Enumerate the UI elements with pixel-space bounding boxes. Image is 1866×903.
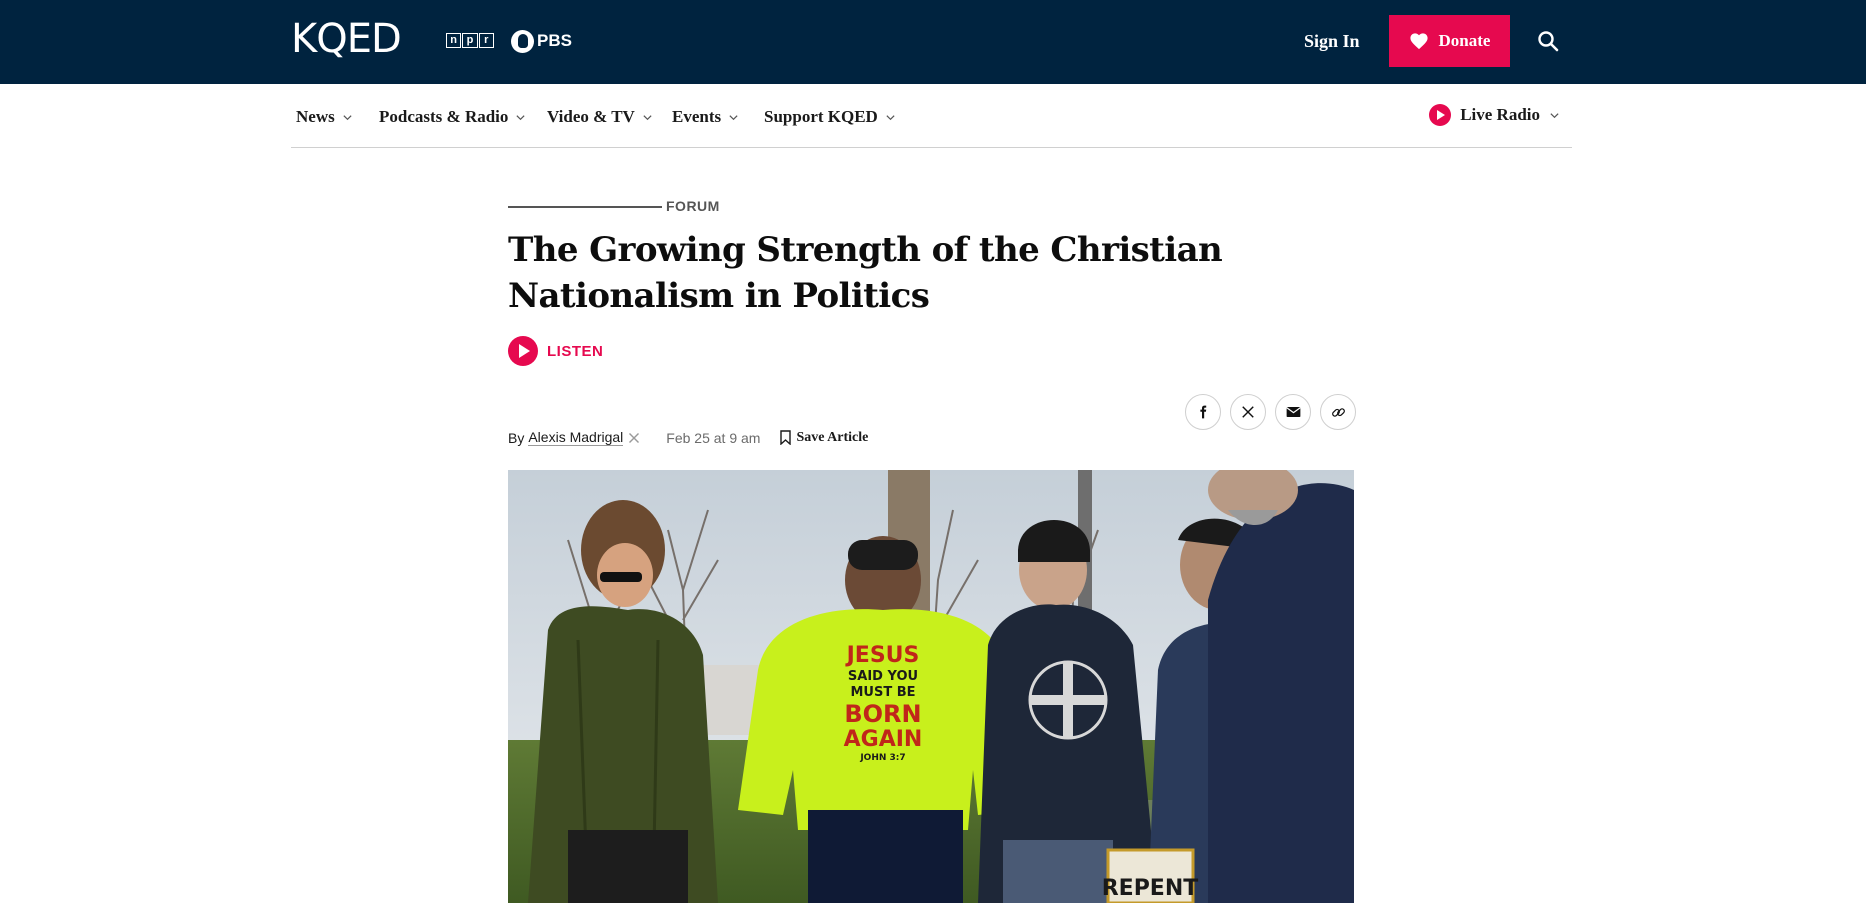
play-icon [1429,104,1452,126]
listen-button[interactable]: LISTEN [508,336,603,366]
share-facebook-button[interactable] [1185,394,1221,430]
chevron-down-icon [343,114,352,120]
pbs-logo[interactable]: PBS [511,29,572,53]
share-email-button[interactable] [1275,394,1311,430]
x-icon [1242,406,1254,418]
x-icon[interactable] [628,432,640,444]
pbs-head-icon [511,29,534,53]
section-kicker[interactable]: FORUM [666,198,720,214]
share-x-button[interactable] [1230,394,1266,430]
hero-photo-illustration: JESUS SAID YOU MUST BE BORN AGAIN JOHN 3… [508,470,1354,903]
live-radio-label: Live Radio [1460,105,1540,124]
nav-item-news[interactable]: News [296,106,353,128]
listen-label: LISTEN [547,342,604,360]
donate-label: Donate [1438,31,1491,50]
npr-letter: p [462,33,478,48]
chevron-down-icon [516,114,525,120]
npr-logo[interactable]: n p r [446,33,494,48]
nav-item-support-kqed[interactable]: Support KQED [764,106,896,128]
headline-line: The Growing Strength of the Christian [508,230,1223,270]
headline-line: Nationalism in Politics [508,276,930,316]
byline: By Alexis Madrigal Feb 25 at 9 am Save A… [508,429,868,446]
site-header: KQED n p r PBS Sign In Donate [0,0,1866,84]
kicker-rule [508,206,662,208]
nav-item-label: Video & TV [547,107,635,126]
search-button[interactable] [1536,29,1560,53]
nav-item-label: News [296,107,335,126]
chevron-down-icon [643,114,652,120]
nav-item-podcasts-radio[interactable]: Podcasts & Radio [379,106,526,128]
main-nav: News Podcasts & Radio Video & TV Events … [291,84,1572,148]
article-hero-image: JESUS SAID YOU MUST BE BORN AGAIN JOHN 3… [508,470,1354,903]
shirt-text: JESUS [845,643,920,668]
npr-letter: r [478,33,494,48]
shirt-text: JOHN 3:7 [859,753,905,763]
live-radio-button[interactable]: Live Radio [1429,104,1560,126]
by-prefix: By [508,429,525,446]
article-headline: The Growing Strength of the Christian Na… [508,227,1268,319]
nav-item-label: Podcasts & Radio [379,107,509,126]
heart-icon [1409,33,1428,50]
shirt-text: AGAIN [844,727,923,752]
npr-letter: n [446,33,462,48]
nav-item-label: Events [672,107,722,126]
bookmark-icon [780,430,792,445]
share-link-button[interactable] [1320,394,1356,430]
shirt-text: BORN [844,700,921,728]
link-icon [1331,407,1345,417]
shirt-text: MUST BE [850,685,915,700]
save-article-button[interactable]: Save Article [780,430,868,446]
publish-date: Feb 25 at 9 am [666,429,761,446]
chevron-down-icon [886,114,895,120]
pbs-label: PBS [537,31,572,50]
chevron-down-icon [1550,112,1559,118]
nav-item-label: Support KQED [764,107,878,126]
donate-button[interactable]: Donate [1389,15,1510,67]
sign-text: REPENT [1102,876,1199,901]
save-article-label: Save Article [796,429,869,445]
shirt-text: SAID YOU [848,669,918,684]
email-icon [1285,407,1301,417]
kqed-logo[interactable]: KQED [291,18,402,60]
facebook-icon [1200,405,1207,419]
author-link[interactable]: Alexis Madrigal [528,429,624,446]
chevron-down-icon [729,114,738,120]
sign-in-link[interactable]: Sign In [1304,30,1360,52]
nav-item-events[interactable]: Events [672,106,739,128]
search-icon [1538,31,1559,52]
nav-item-video-tv[interactable]: Video & TV [547,106,653,128]
play-icon [508,336,538,366]
